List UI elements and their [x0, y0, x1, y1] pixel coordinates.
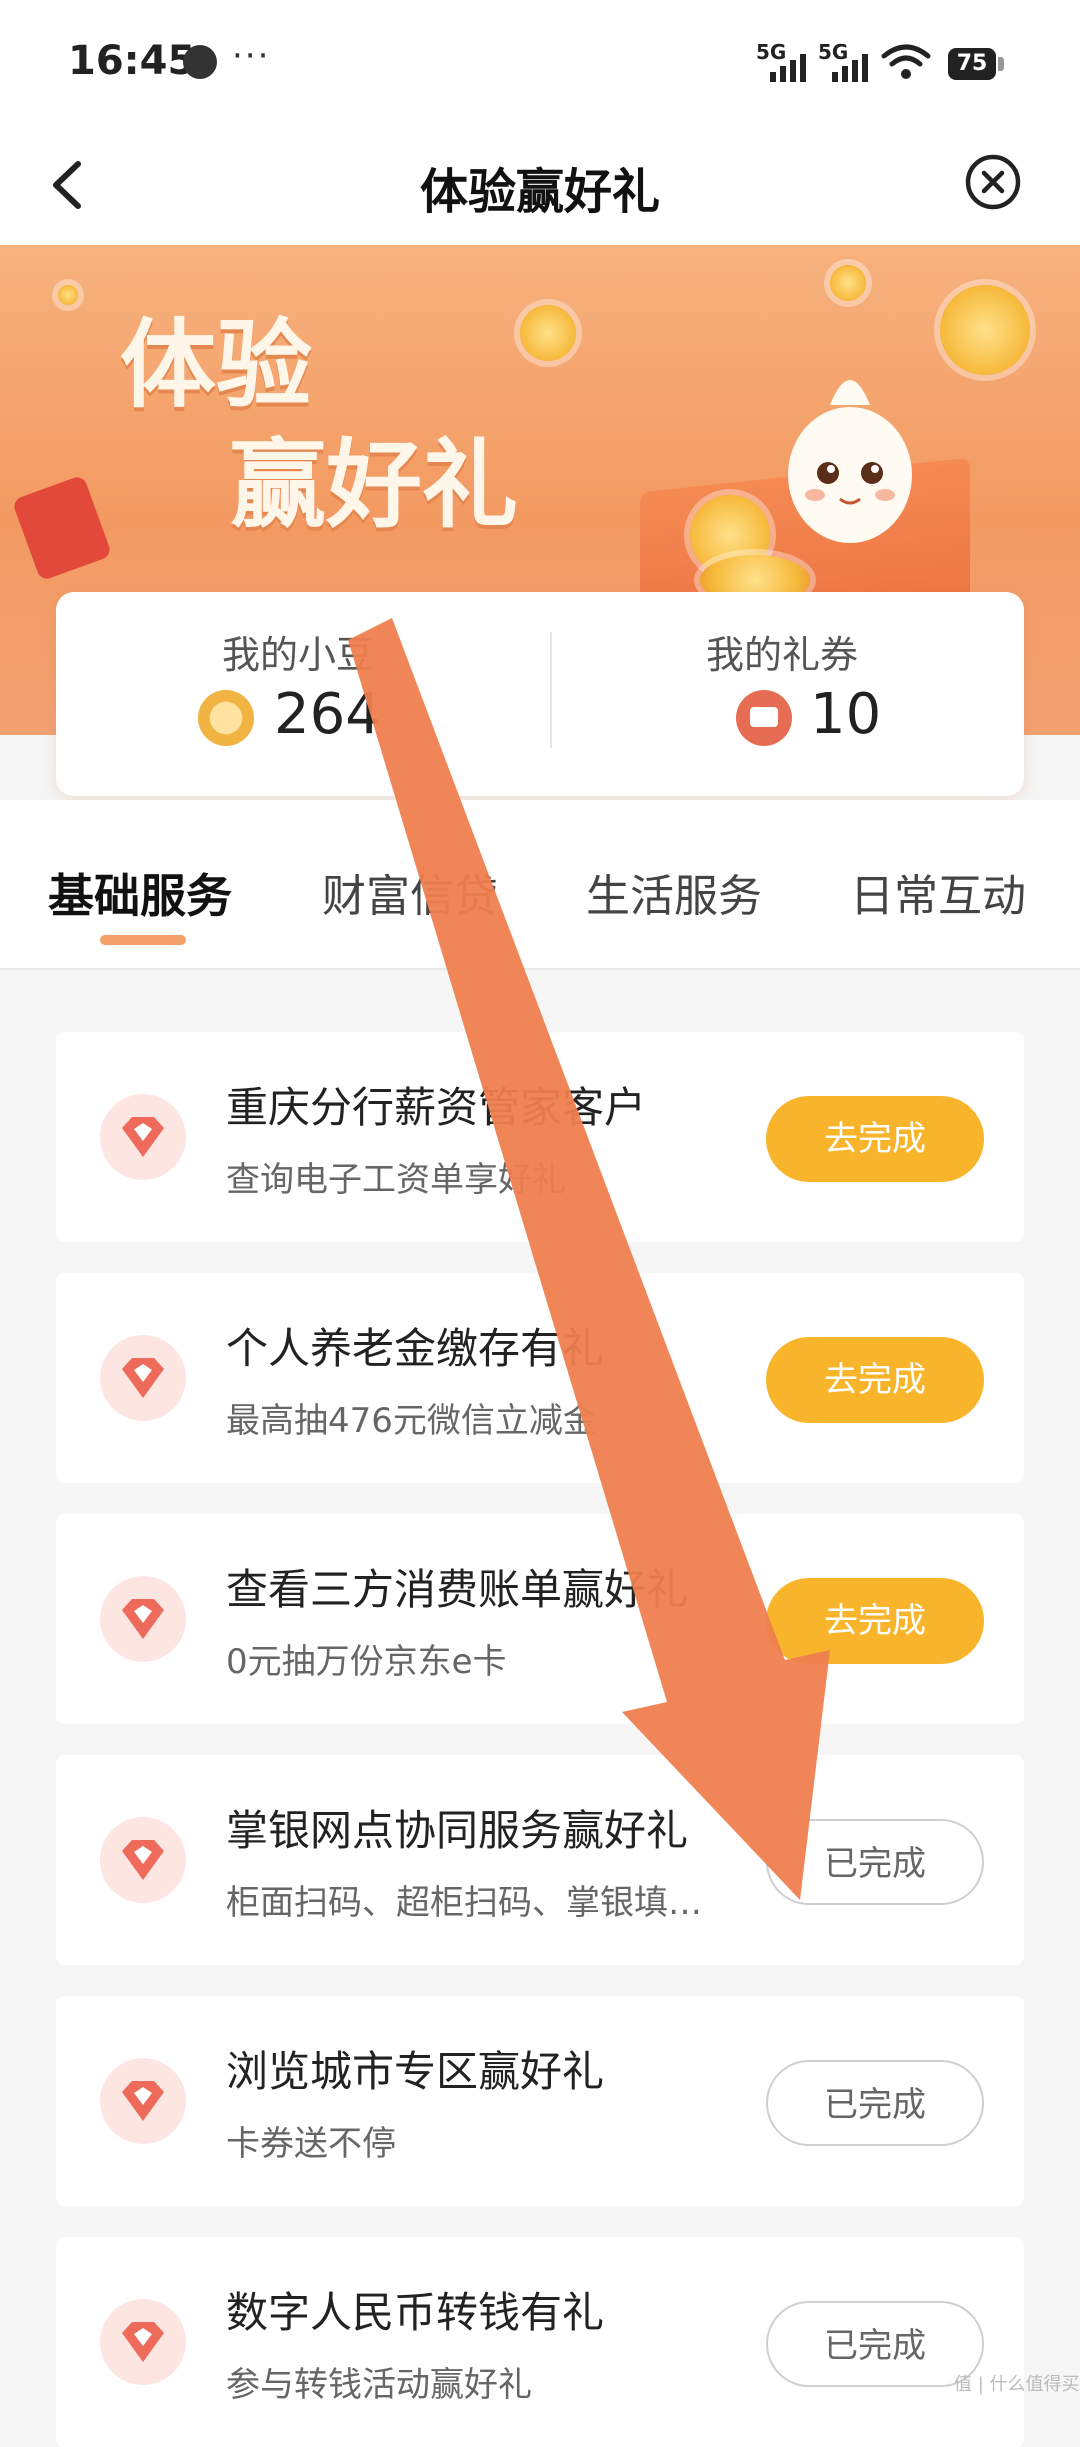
task-title: 个人养老金缴存有礼	[226, 1324, 605, 1373]
coupons-label: 我的礼券	[705, 633, 858, 677]
coupon-icon	[736, 690, 792, 746]
beans-stat[interactable]: 我的小豆 264	[56, 592, 540, 796]
go-complete-button[interactable]: 去完成	[766, 1096, 984, 1182]
coin-decoration	[830, 265, 866, 301]
category-tabs: 基础服务 财富信贷 生活服务 日常互动	[0, 800, 1080, 970]
status-bar: 16:45 ··· 5G 5G 75	[0, 0, 1080, 130]
diamond-icon	[100, 1335, 186, 1421]
go-complete-button[interactable]: 去完成	[766, 1578, 984, 1664]
task-title: 重庆分行薪资管家客户	[226, 1083, 647, 1132]
task-title: 数字人民币转钱有礼	[226, 2288, 605, 2337]
signal-icon-1	[770, 52, 806, 82]
task-subtitle: 参与转钱活动赢好礼	[226, 2365, 532, 2405]
task-item: 查看三方消费账单赢好礼 0元抽万份京东e卡 去完成	[56, 1514, 1024, 1724]
mascot-icon	[788, 380, 912, 543]
stats-card: 我的小豆 264 我的礼券 10	[56, 592, 1024, 796]
diamond-icon	[100, 2058, 186, 2144]
status-time: 16:45	[68, 38, 196, 84]
task-item: 重庆分行薪资管家客户 查询电子工资单享好礼 去完成	[56, 1032, 1024, 1242]
notification-icon	[183, 45, 217, 79]
tab-life-services[interactable]: 生活服务	[586, 860, 762, 924]
diamond-icon	[100, 1817, 186, 1903]
coin-decoration	[520, 305, 576, 361]
diamond-icon	[100, 1576, 186, 1662]
task-subtitle: 查询电子工资单享好礼	[226, 1160, 566, 1200]
close-icon[interactable]	[963, 152, 1023, 212]
red-envelope-icon	[11, 474, 113, 582]
diamond-icon	[100, 2299, 186, 2385]
beans-label: 我的小豆	[221, 633, 374, 677]
coupons-stat[interactable]: 我的礼券 10	[540, 592, 1024, 796]
banner-title: 体验 赢好礼	[120, 305, 518, 545]
task-subtitle: 0元抽万份京东e卡	[226, 1642, 507, 1682]
task-subtitle: 卡券送不停	[226, 2124, 396, 2164]
tab-wealth-credit[interactable]: 财富信贷	[322, 860, 498, 924]
bean-icon	[198, 690, 254, 746]
banner-title-line2: 赢好礼	[230, 429, 518, 541]
go-complete-button[interactable]: 去完成	[766, 1337, 984, 1423]
battery-cap	[998, 57, 1004, 71]
banner-title-line1: 体验	[120, 309, 312, 421]
tab-basic-services[interactable]: 基础服务	[48, 860, 232, 926]
coupons-value: 10	[810, 682, 882, 747]
task-title: 浏览城市专区赢好礼	[226, 2047, 605, 2096]
task-item: 掌银网点协同服务赢好礼 柜面扫码、超柜扫码、掌银填… 已完成	[56, 1755, 1024, 1965]
completed-button[interactable]: 已完成	[766, 2301, 984, 2387]
active-tab-indicator	[100, 935, 186, 945]
diamond-icon	[100, 1094, 186, 1180]
wifi-icon	[881, 44, 931, 79]
battery-icon: 75	[948, 48, 996, 80]
task-item: 数字人民币转钱有礼 参与转钱活动赢好礼 已完成	[56, 2237, 1024, 2447]
completed-button[interactable]: 已完成	[766, 2060, 984, 2146]
beans-value: 264	[274, 682, 381, 747]
task-title: 掌银网点协同服务赢好礼	[226, 1806, 689, 1855]
coin-decoration	[940, 285, 1030, 375]
nav-bar: 体验赢好礼	[0, 130, 1080, 245]
task-subtitle: 柜面扫码、超柜扫码、掌银填…	[226, 1883, 702, 1923]
tab-daily-interaction[interactable]: 日常互动	[850, 860, 1026, 924]
task-item: 个人养老金缴存有礼 最高抽476元微信立减金 去完成	[56, 1273, 1024, 1483]
task-subtitle: 最高抽476元微信立减金	[226, 1401, 597, 1441]
signal-icon-2	[832, 52, 868, 82]
page-title: 体验赢好礼	[419, 164, 660, 220]
watermark-text: 值 | 什么值得买	[954, 2374, 1080, 2395]
task-item: 浏览城市专区赢好礼 卡券送不停 已完成	[56, 1996, 1024, 2206]
task-title: 查看三方消费账单赢好礼	[226, 1565, 689, 1614]
coin-decoration	[58, 285, 78, 305]
completed-button[interactable]: 已完成	[766, 1819, 984, 1905]
more-notifications-icon: ···	[232, 36, 271, 76]
